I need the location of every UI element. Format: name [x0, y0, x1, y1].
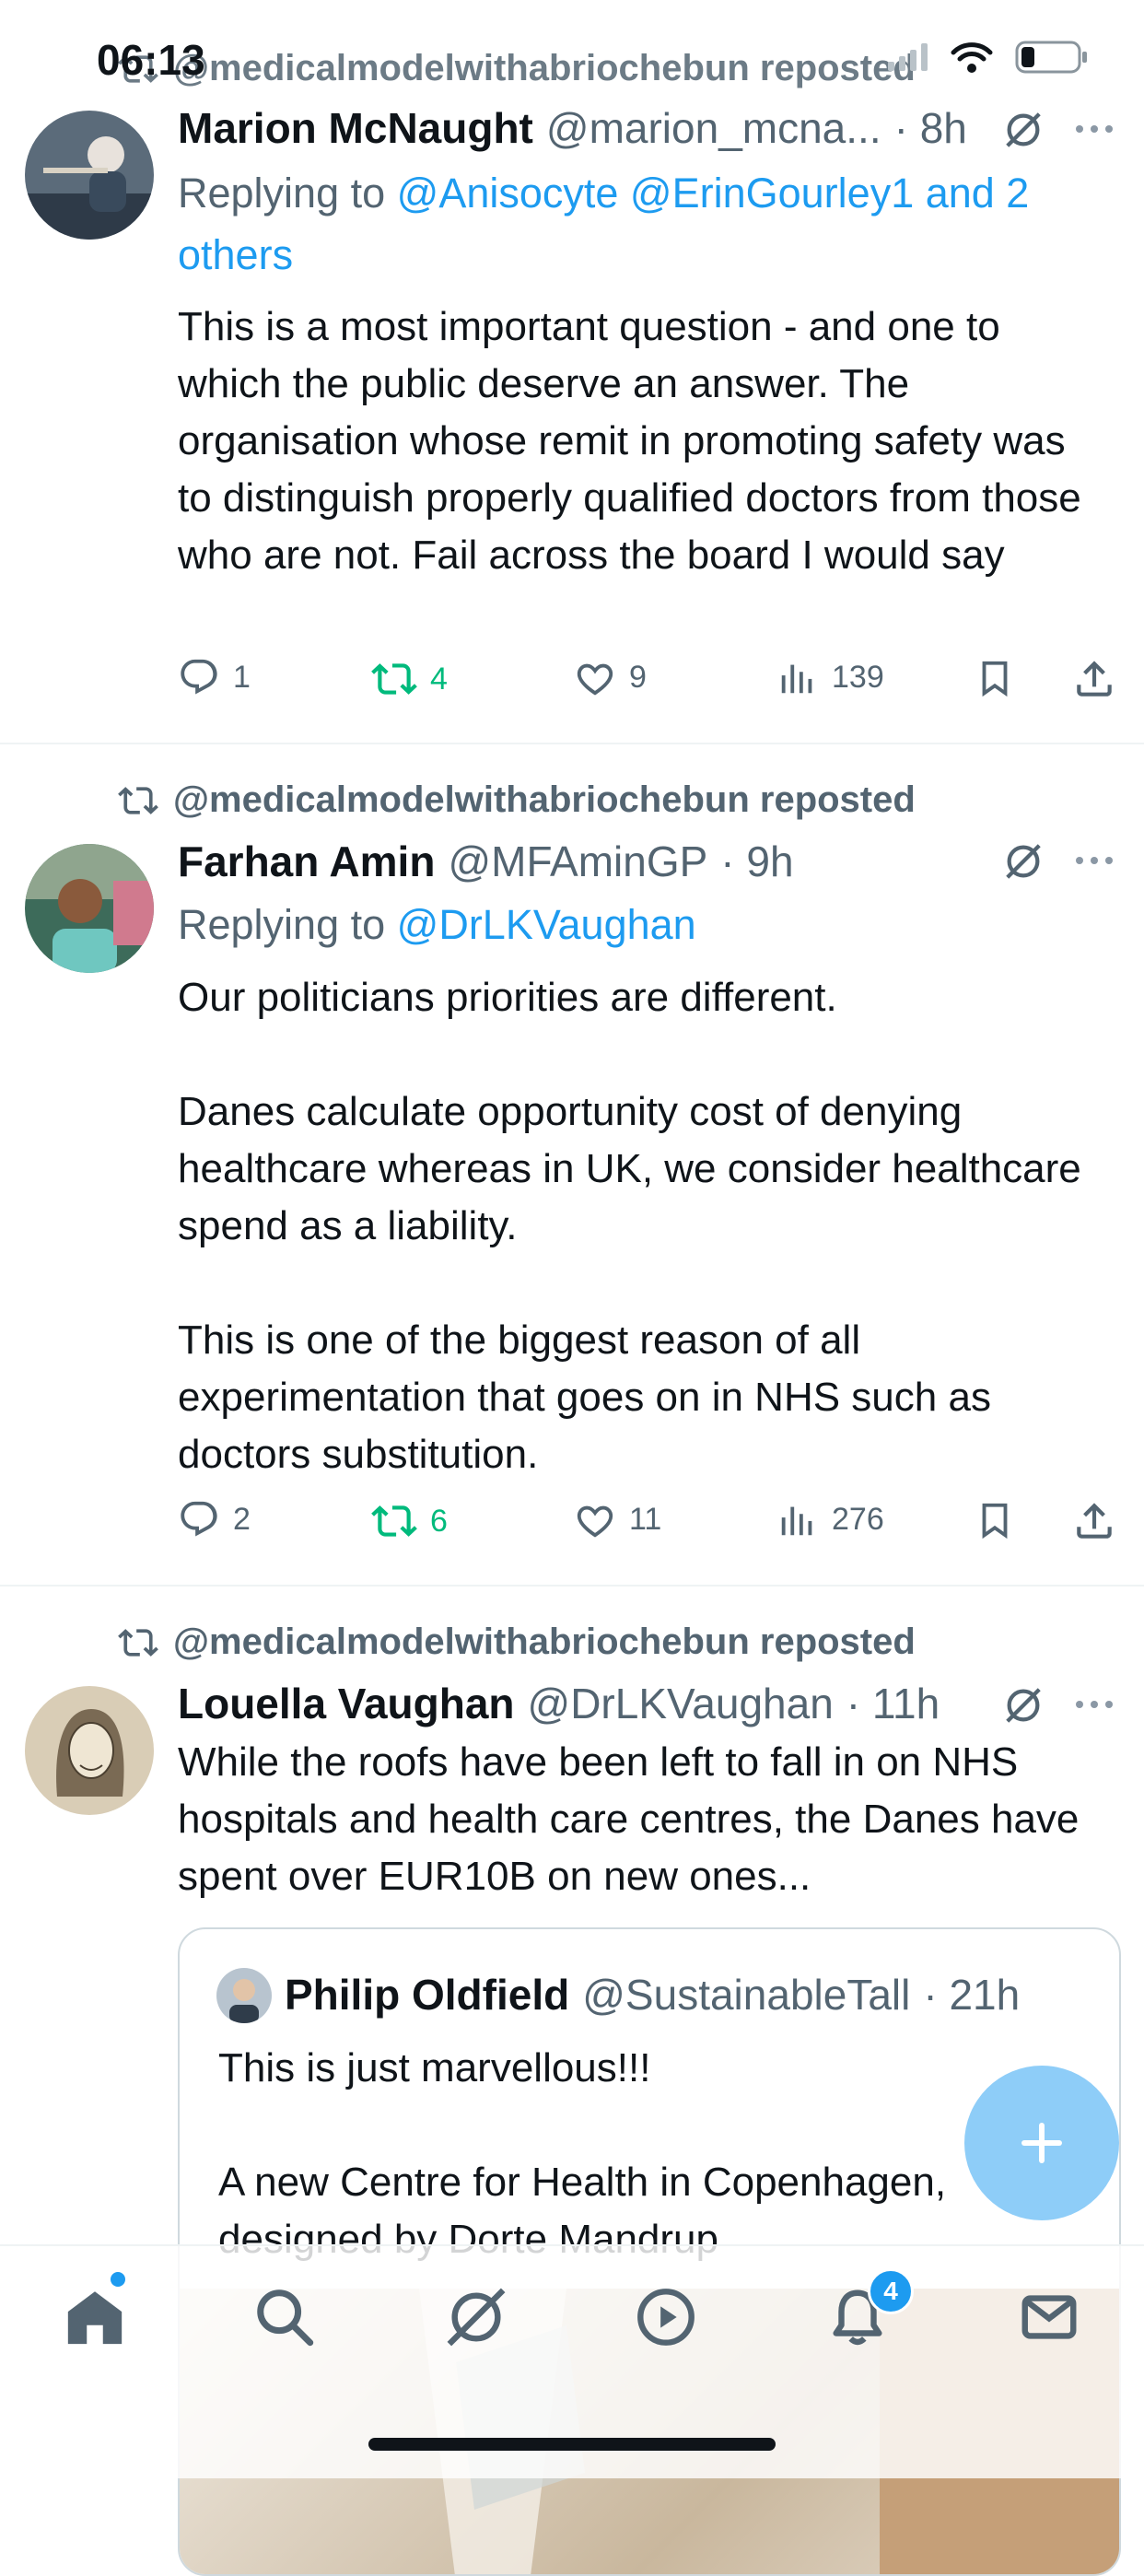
views-count: 276 [832, 1501, 884, 1537]
action-bar: 1 4 9 139 [178, 656, 1117, 711]
tweet-header: Farhan Amin @MFAminGP · 9h [178, 837, 794, 886]
quote-display-name: Philip Oldfield [285, 1971, 570, 2019]
search-icon[interactable] [252, 2285, 317, 2349]
reply-icon [181, 659, 217, 695]
display-name[interactable]: Marion McNaught [178, 103, 533, 153]
handle[interactable]: @marion_mcna... [546, 103, 881, 153]
repost-icon [118, 786, 158, 814]
battery-icon [1015, 41, 1087, 74]
status-icons [888, 41, 1089, 74]
views-button[interactable]: 139 [776, 656, 884, 698]
replying-to: Replying to @Anisocyte @ErinGourley1 and… [178, 162, 1099, 286]
share-icon[interactable] [1071, 656, 1117, 702]
more-options-icon[interactable] [1074, 1697, 1115, 1712]
grok-icon[interactable] [1002, 840, 1045, 883]
repost-icon [371, 663, 417, 695]
like-count: 9 [629, 659, 647, 695]
divider [0, 1585, 1144, 1587]
signal-icon [888, 43, 928, 71]
quote-handle: @SustainableTall [582, 1971, 911, 2019]
reply-icon [181, 1501, 217, 1537]
reply-button[interactable]: 2 [178, 1498, 251, 1540]
tweet-text: This is a most important question - and … [178, 304, 1092, 578]
tweet-header: Marion McNaught @marion_mcna... · 8h [178, 103, 967, 153]
repost-icon [371, 1505, 417, 1537]
share-icon[interactable] [1071, 1498, 1117, 1544]
messages-icon[interactable] [1017, 2285, 1081, 2349]
grok-icon[interactable] [1002, 1684, 1045, 1727]
avatar[interactable] [25, 844, 154, 973]
repost-count: 4 [430, 661, 448, 697]
like-button[interactable]: 11 [574, 1498, 661, 1540]
home-icon[interactable] [63, 2285, 127, 2349]
tweet-text: While the roofs have been left to fall i… [178, 1739, 1091, 1899]
bookmark-icon[interactable] [974, 1498, 1016, 1544]
tweet-header: Louella Vaughan @DrLKVaughan · 11h [178, 1679, 940, 1728]
status-bar: 06:13 [0, 0, 1144, 111]
views-count: 139 [832, 659, 884, 695]
quote-avatar [216, 1968, 272, 2023]
compose-button[interactable] [964, 2066, 1119, 2220]
home-indicator[interactable] [368, 2438, 776, 2451]
timestamp: · 8h [893, 104, 967, 152]
views-button[interactable]: 276 [776, 1498, 884, 1540]
quote-timestamp: · 21h [923, 1971, 1021, 2019]
like-button[interactable]: 9 [574, 656, 647, 698]
divider [0, 743, 1144, 744]
heart-icon [577, 663, 613, 696]
repost-button[interactable]: 6 [371, 1498, 448, 1544]
timestamp: · 9h [720, 837, 794, 885]
repost-indicator: @medicalmodelwithabriochebun reposted [118, 779, 916, 821]
more-options-icon[interactable] [1074, 853, 1115, 868]
like-count: 11 [629, 1501, 662, 1537]
repost-label: @medicalmodelwithabriochebun reposted [173, 779, 916, 820]
replying-prefix: Replying to [178, 170, 397, 217]
display-name[interactable]: Louella Vaughan [178, 1679, 515, 1728]
more-options-icon[interactable] [1074, 122, 1115, 136]
repost-indicator: @medicalmodelwithabriochebun reposted [118, 1622, 916, 1663]
plus-icon [1021, 2123, 1062, 2163]
handle[interactable]: @MFAminGP [448, 837, 707, 886]
replying-prefix: Replying to [178, 901, 397, 948]
views-icon [781, 664, 812, 694]
bookmark-icon[interactable] [974, 656, 1016, 702]
action-bar: 2 6 11 276 [178, 1498, 1117, 1553]
replying-to: Replying to @DrLKVaughan [178, 894, 1099, 955]
repost-count: 6 [430, 1503, 448, 1539]
handle[interactable]: @DrLKVaughan [528, 1679, 834, 1728]
grok-icon[interactable] [444, 2285, 508, 2349]
repost-icon [118, 1628, 158, 1657]
status-time: 06:13 [97, 36, 205, 84]
views-icon [781, 1506, 812, 1536]
timestamp: · 11h [846, 1680, 940, 1727]
grok-icon[interactable] [1002, 109, 1045, 151]
reply-button[interactable]: 1 [178, 656, 251, 698]
notifications-badge: 4 [868, 2268, 914, 2314]
avatar[interactable] [25, 111, 154, 240]
repost-label: @medicalmodelwithabriochebun reposted [173, 1622, 916, 1662]
wifi-icon [951, 42, 993, 73]
display-name[interactable]: Farhan Amin [178, 837, 435, 886]
reply-count: 1 [233, 659, 251, 695]
home-unread-dot [111, 2272, 125, 2287]
repost-button[interactable]: 4 [371, 656, 448, 702]
quote-text: This is just marvellous!!! A new Centre … [218, 2045, 947, 2262]
reply-mentions-link[interactable]: @DrLKVaughan [397, 901, 696, 948]
video-icon[interactable] [634, 2285, 698, 2349]
quote-header: Philip Oldfield @SustainableTall · 21h [285, 1970, 1020, 2020]
heart-icon [577, 1505, 613, 1538]
reply-count: 2 [233, 1501, 251, 1537]
tweet-text: Our politicians priorities are different… [178, 975, 1081, 1477]
avatar[interactable] [25, 1686, 154, 1815]
